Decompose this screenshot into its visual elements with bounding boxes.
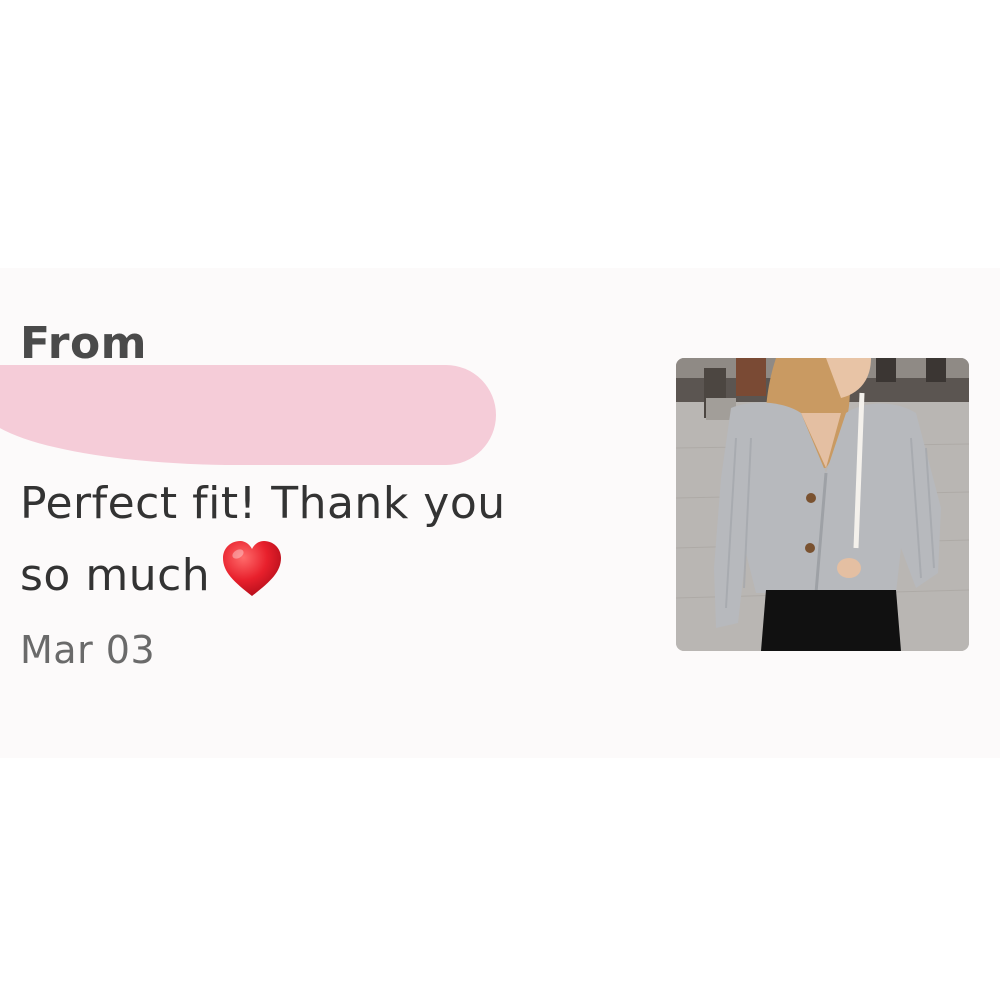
heart-icon bbox=[220, 538, 284, 602]
from-label: From bbox=[20, 318, 148, 369]
message-line-2: so much bbox=[20, 550, 211, 601]
page: From Perfect fit! Thank you so much Mar … bbox=[0, 0, 1000, 1000]
review-message: Perfect fit! Thank you so much bbox=[20, 470, 580, 610]
review-date: Mar 03 bbox=[20, 628, 156, 672]
message-line-1: Perfect fit! Thank you bbox=[20, 478, 506, 529]
review-photo[interactable] bbox=[676, 358, 969, 651]
redacted-name bbox=[0, 365, 496, 465]
